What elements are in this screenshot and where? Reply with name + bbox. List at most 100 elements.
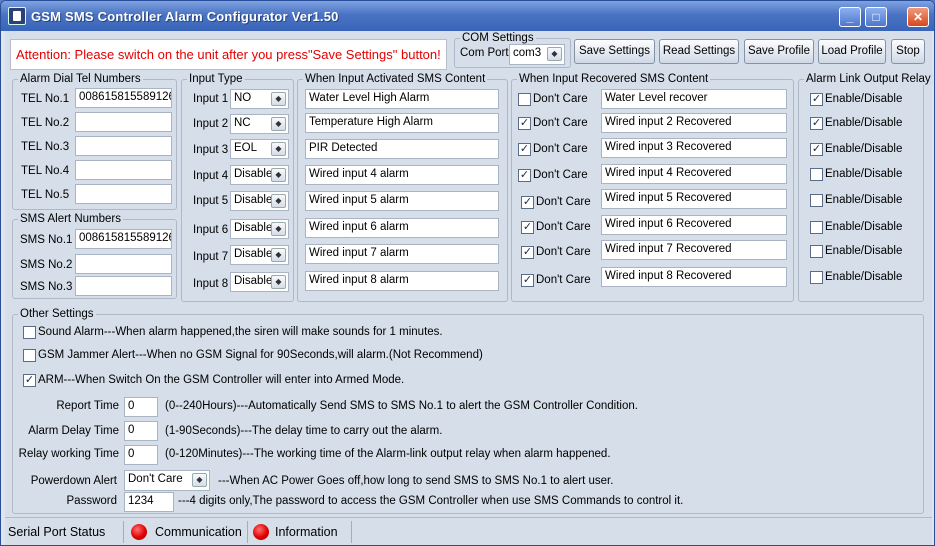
chevron-down-icon[interactable]: ◆ bbox=[271, 222, 286, 236]
input-type-select[interactable]: Disable ◆ bbox=[230, 165, 289, 185]
tel-field[interactable]: 008615815589126 bbox=[75, 88, 172, 108]
tel-field[interactable] bbox=[75, 112, 172, 132]
dont-care-label: Don't Care bbox=[536, 221, 591, 233]
recovered-sms-field[interactable]: Wired input 2 Recovered bbox=[601, 113, 787, 133]
input-type-select[interactable]: NO ◆ bbox=[230, 89, 289, 109]
input-type-select[interactable]: Disable ◆ bbox=[230, 272, 289, 292]
relay-checkbox[interactable] bbox=[810, 245, 823, 258]
alarm-delay-label: Alarm Delay Time bbox=[28, 425, 119, 437]
relay-time-field[interactable]: 0 bbox=[124, 445, 158, 465]
activated-sms-field[interactable]: Wired input 5 alarm bbox=[305, 191, 499, 211]
dont-care-checkbox[interactable]: ✓ bbox=[521, 246, 534, 259]
chevron-down-icon[interactable]: ◆ bbox=[547, 47, 562, 61]
input-type-select[interactable]: Disable ◆ bbox=[230, 245, 289, 265]
chevron-down-icon[interactable]: ◆ bbox=[271, 194, 286, 208]
chevron-down-icon[interactable]: ◆ bbox=[271, 168, 286, 182]
input-label: Input 4 bbox=[193, 170, 229, 182]
tel-field[interactable] bbox=[75, 184, 172, 204]
close-icon[interactable]: ✕ bbox=[907, 7, 929, 27]
dont-care-checkbox[interactable]: ✓ bbox=[518, 169, 531, 182]
com-settings-legend: COM Settings bbox=[460, 32, 536, 44]
app-icon bbox=[8, 7, 26, 25]
relay-checkbox[interactable]: ✓ bbox=[810, 117, 823, 130]
alarm-delay-field[interactable]: 0 bbox=[124, 421, 158, 441]
recovered-sms-field[interactable]: Water Level recover bbox=[601, 89, 787, 109]
recovered-sms-field[interactable]: Wired input 7 Recovered bbox=[601, 240, 787, 260]
relay-checkbox[interactable] bbox=[810, 168, 823, 181]
report-time-label: Report Time bbox=[56, 400, 119, 412]
relay-label: Enable/Disable bbox=[825, 117, 903, 129]
input-type-value: Disable bbox=[234, 222, 273, 234]
relay-label: Enable/Disable bbox=[825, 143, 903, 155]
information-status: Information bbox=[272, 521, 352, 543]
activated-sms-field[interactable]: PIR Detected bbox=[305, 139, 499, 159]
input-type-legend: Input Type bbox=[187, 73, 245, 85]
information-led-icon bbox=[253, 524, 269, 540]
report-time-field[interactable]: 0 bbox=[124, 397, 158, 417]
tel-field[interactable] bbox=[75, 160, 172, 180]
title-bar[interactable]: GSM SMS Controller Alarm Configurator Ve… bbox=[1, 1, 934, 31]
maximize-icon[interactable]: □ bbox=[865, 7, 887, 27]
dont-care-checkbox[interactable]: ✓ bbox=[518, 117, 531, 130]
dont-care-checkbox[interactable]: ✓ bbox=[521, 221, 534, 234]
relay-checkbox[interactable] bbox=[810, 194, 823, 207]
dont-care-checkbox[interactable]: ✓ bbox=[521, 196, 534, 209]
chevron-down-icon[interactable]: ◆ bbox=[271, 248, 286, 262]
sound-alarm-checkbox[interactable] bbox=[23, 326, 36, 339]
activated-sms-field[interactable]: Temperature High Alarm bbox=[305, 113, 499, 133]
tel-field[interactable] bbox=[75, 136, 172, 156]
input-type-select[interactable]: NC ◆ bbox=[230, 114, 289, 134]
recovered-sms-field[interactable]: Wired input 5 Recovered bbox=[601, 189, 787, 209]
activated-sms-field[interactable]: Wired input 4 alarm bbox=[305, 165, 499, 185]
input-type-select[interactable]: Disable ◆ bbox=[230, 219, 289, 239]
relay-label: Enable/Disable bbox=[825, 168, 903, 180]
powerdown-select[interactable]: Don't Care ◆ bbox=[124, 470, 210, 491]
sms-field[interactable]: 008615815589126 bbox=[75, 229, 172, 249]
recovered-sms-field[interactable]: Wired input 3 Recovered bbox=[601, 138, 787, 158]
save-settings-button[interactable]: Save Settings bbox=[574, 39, 655, 64]
sms-label: SMS No.2 bbox=[20, 259, 73, 271]
input-type-select[interactable]: Disable ◆ bbox=[230, 191, 289, 211]
recovered-sms-field[interactable]: Wired input 8 Recovered bbox=[601, 267, 787, 287]
sms-legend: SMS Alert Numbers bbox=[18, 213, 123, 225]
dont-care-label: Don't Care bbox=[533, 143, 588, 155]
input-type-select[interactable]: EOL ◆ bbox=[230, 139, 289, 159]
activated-sms-field[interactable]: Wired input 7 alarm bbox=[305, 244, 499, 264]
relay-checkbox[interactable]: ✓ bbox=[810, 143, 823, 156]
sms-field[interactable] bbox=[75, 276, 172, 296]
input-type-value: Disable bbox=[234, 194, 273, 206]
sms-numbers-group: SMS Alert Numbers SMS No.1 0086158155891… bbox=[12, 213, 177, 299]
minimize-icon[interactable]: _ bbox=[839, 7, 861, 27]
chevron-down-icon[interactable]: ◆ bbox=[271, 117, 286, 131]
relay-checkbox[interactable] bbox=[810, 271, 823, 284]
com-port-select[interactable]: com3 ◆ bbox=[509, 44, 565, 65]
arm-checkbox[interactable]: ✓ bbox=[23, 374, 36, 387]
jammer-alert-checkbox[interactable] bbox=[23, 349, 36, 362]
activated-sms-field[interactable]: Water Level High Alarm bbox=[305, 89, 499, 109]
window-title: GSM SMS Controller Alarm Configurator Ve… bbox=[31, 9, 339, 24]
relay-group: Alarm Link Output Relay ✓ Enable/Disable… bbox=[798, 73, 933, 302]
load-profile-button[interactable]: Load Profile bbox=[818, 39, 886, 64]
stop-button[interactable]: Stop bbox=[891, 39, 925, 64]
dont-care-checkbox[interactable]: ✓ bbox=[518, 143, 531, 156]
relay-checkbox[interactable] bbox=[810, 221, 823, 234]
activated-sms-field[interactable]: Wired input 6 alarm bbox=[305, 218, 499, 238]
relay-checkbox[interactable]: ✓ bbox=[810, 93, 823, 106]
chevron-down-icon[interactable]: ◆ bbox=[271, 275, 286, 289]
sms-field[interactable] bbox=[75, 254, 172, 274]
chevron-down-icon[interactable]: ◆ bbox=[271, 92, 286, 106]
recovered-sms-field[interactable]: Wired input 4 Recovered bbox=[601, 164, 787, 184]
arm-label: ARM---When Switch On the GSM Controller … bbox=[38, 374, 405, 386]
activated-sms-field[interactable]: Wired input 8 alarm bbox=[305, 271, 499, 291]
password-field[interactable]: 1234 bbox=[124, 492, 174, 512]
chevron-down-icon[interactable]: ◆ bbox=[271, 142, 286, 156]
dont-care-checkbox[interactable]: ✓ bbox=[521, 274, 534, 287]
chevron-down-icon[interactable]: ◆ bbox=[192, 473, 207, 487]
read-settings-button[interactable]: Read Settings bbox=[659, 39, 739, 64]
recovered-sms-field[interactable]: Wired input 6 Recovered bbox=[601, 215, 787, 235]
jammer-alert-label: GSM Jammer Alert---When no GSM Signal fo… bbox=[38, 349, 483, 361]
tel-label: TEL No.1 bbox=[21, 93, 70, 105]
save-profile-button[interactable]: Save Profile bbox=[744, 39, 814, 64]
dont-care-checkbox[interactable] bbox=[518, 93, 531, 106]
input-type-value: Disable bbox=[234, 248, 273, 260]
